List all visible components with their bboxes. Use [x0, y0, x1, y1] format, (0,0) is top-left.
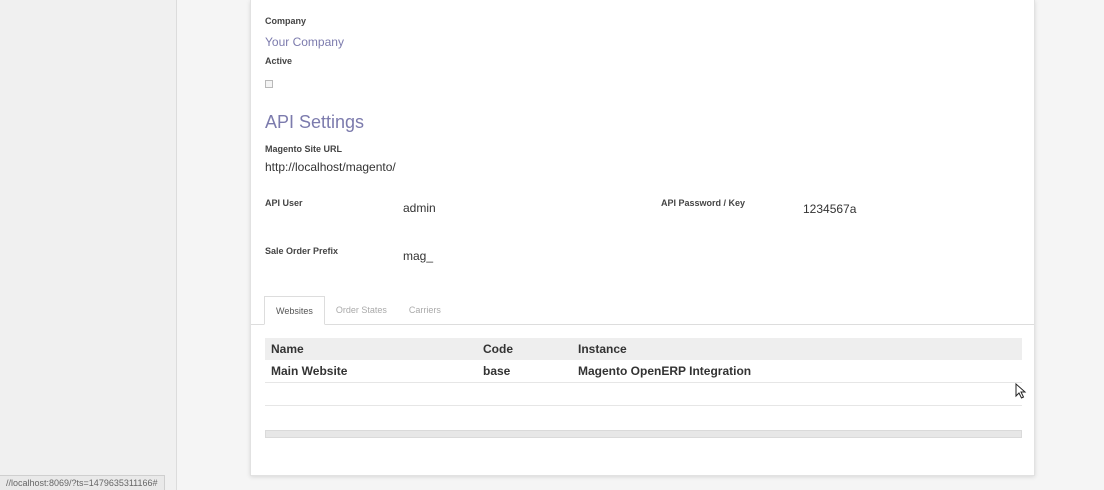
tab-carriers[interactable]: Carriers [398, 296, 452, 325]
mouse-pointer-icon [1015, 383, 1027, 399]
cell-instance: Magento OpenERP Integration [578, 364, 752, 378]
active-label: Active [265, 56, 293, 66]
api-password-value[interactable]: 1234567a [803, 202, 856, 216]
table-header: Name Code Instance [265, 338, 1022, 360]
api-user-value[interactable]: admin [403, 201, 436, 215]
api-settings-title: API Settings [265, 112, 365, 132]
column-header-instance[interactable]: Instance [572, 342, 1022, 356]
column-header-code[interactable]: Code [477, 342, 572, 356]
sale-prefix-value[interactable]: mag_ [403, 249, 433, 263]
table-footer [265, 430, 1022, 438]
column-header-name[interactable]: Name [265, 342, 477, 356]
active-checkbox[interactable] [265, 80, 273, 88]
websites-table: Name Code Instance Main Website base Mag… [265, 338, 1022, 406]
cell-code: base [483, 364, 511, 378]
status-bar: //localhost:8069/?ts=1479635311166# [0, 475, 165, 490]
company-label: Company [265, 16, 307, 26]
cell-name: Main Website [271, 364, 348, 378]
form-sheet: Company Your Company Active API Settings… [250, 0, 1035, 476]
tab-websites[interactable]: Websites [264, 296, 325, 325]
company-link[interactable]: Your Company [265, 35, 344, 49]
notebook-tabs: Websites Order States Carriers [264, 296, 452, 325]
left-sidebar [0, 0, 177, 490]
api-password-label: API Password / Key [661, 198, 746, 208]
api-user-label: API User [265, 198, 303, 208]
sale-prefix-label: Sale Order Prefix [265, 246, 339, 256]
tab-order-states[interactable]: Order States [325, 296, 398, 325]
table-row[interactable]: Main Website base Magento OpenERP Integr… [265, 360, 1022, 383]
table-empty-row [265, 383, 1022, 406]
site-url-value[interactable]: http://localhost/magento/ [265, 160, 396, 174]
site-url-label: Magento Site URL [265, 144, 343, 154]
